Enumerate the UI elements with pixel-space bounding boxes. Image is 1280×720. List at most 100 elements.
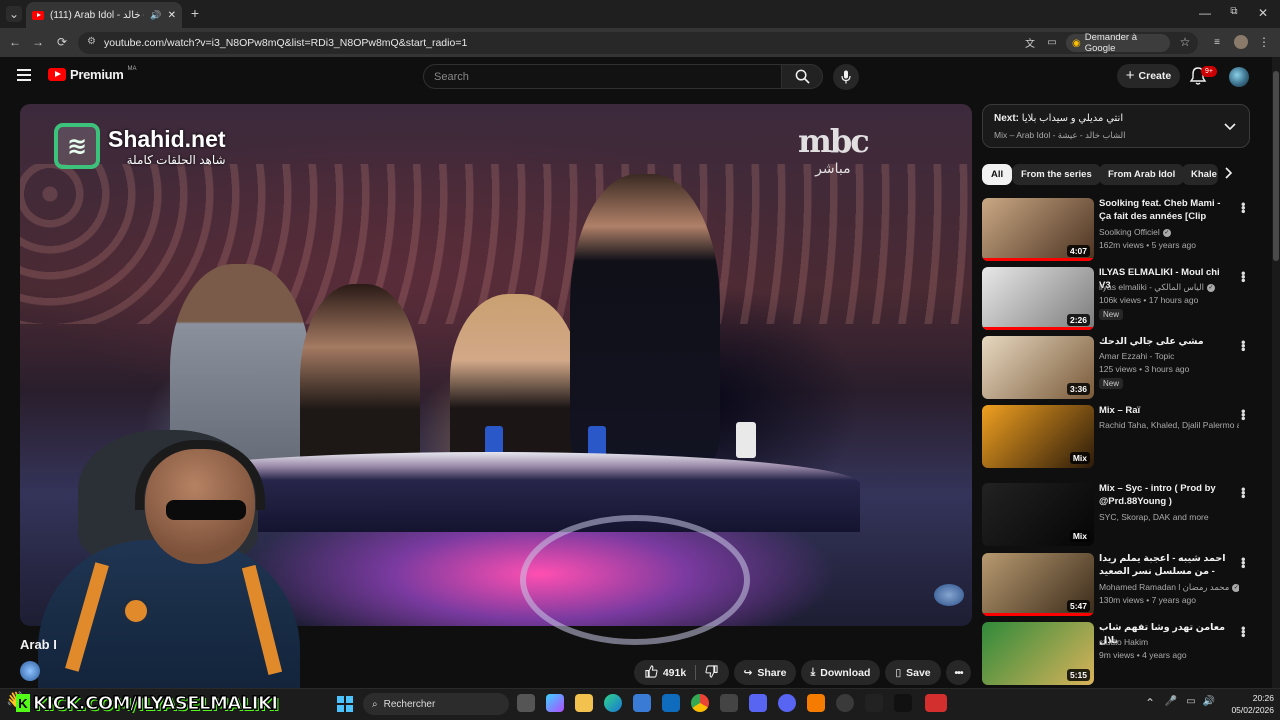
minimize-button[interactable]: —: [1198, 6, 1212, 20]
speaker-icon[interactable]: 🔊: [150, 10, 161, 21]
save-button[interactable]: ▯ Save: [885, 660, 941, 685]
like-count[interactable]: 491k: [663, 667, 686, 679]
recommendation-channel[interactable]: Soolking Officiel ✓: [1099, 227, 1239, 237]
microphone-tray-icon[interactable]: 🎤: [1165, 696, 1177, 707]
thumbs-down-icon[interactable]: [705, 664, 718, 681]
file-explorer-icon[interactable]: [575, 694, 593, 712]
tray-chevron-up-icon[interactable]: ⌃: [1144, 696, 1156, 710]
game-controller-icon[interactable]: [749, 694, 767, 712]
video-thumbnail[interactable]: Mix: [982, 405, 1094, 468]
capcut-icon[interactable]: [865, 694, 883, 712]
vlc-icon[interactable]: [807, 694, 825, 712]
more-vertical-icon[interactable]: •••: [1236, 340, 1251, 351]
news-app-icon[interactable]: [925, 694, 947, 712]
channel-avatar[interactable]: [20, 661, 40, 681]
recommendation-item[interactable]: 5:47 احمد شيبه - اعجبة يملم ريدا - من مس…: [982, 553, 1251, 618]
share-button[interactable]: ↪ Share: [734, 660, 796, 685]
recommendation-title[interactable]: مشي على جالي الدحك: [1099, 336, 1231, 349]
recommendation-item[interactable]: 2:26 ILYAS ELMALIKI - Moul chi V3 ilyas …: [982, 267, 1251, 332]
download-button[interactable]: ⤓ Download: [801, 660, 880, 685]
save-label: Save: [906, 666, 931, 679]
tab-close-icon[interactable]: ✕: [168, 10, 176, 21]
discord-icon[interactable]: [778, 694, 796, 712]
thumbs-up-icon[interactable]: [645, 664, 658, 681]
video-thumbnail[interactable]: 3:36: [982, 336, 1094, 399]
profile-avatar[interactable]: [1234, 35, 1248, 49]
ask-google-button[interactable]: ◉ Demander à Google: [1066, 32, 1170, 54]
task-view-icon[interactable]: [517, 694, 535, 712]
more-vertical-icon[interactable]: •••: [1236, 487, 1251, 498]
more-vertical-icon[interactable]: •••: [1236, 271, 1251, 282]
recommendation-channel[interactable]: SYC, Skorap, DAK and more: [1099, 512, 1239, 522]
more-vertical-icon[interactable]: •••: [1236, 202, 1251, 213]
chip-khaled[interactable]: Khale: [1182, 164, 1218, 185]
up-next-card[interactable]: Next: انتي مديلي و سيداب بلايا Mix – Ara…: [982, 104, 1250, 148]
site-info-icon[interactable]: ⚙: [87, 36, 96, 47]
chevron-right-icon[interactable]: [1225, 166, 1233, 184]
outlook-icon[interactable]: [662, 694, 680, 712]
edge-icon[interactable]: [604, 694, 622, 712]
chrome-icon[interactable]: [691, 694, 709, 712]
recommendation-item[interactable]: 5:15 معامن تهدر وشا تفهم شاب بلال studio…: [982, 622, 1251, 687]
recommendation-item[interactable]: Mix Mix – Syc - intro ( Prod by @Prd.88Y…: [982, 483, 1251, 548]
video-thumbnail[interactable]: 4:07: [982, 198, 1094, 261]
recommendation-title[interactable]: Mix – Syc - intro ( Prod by @Prd.88Young…: [1099, 483, 1231, 508]
recommendation-item[interactable]: Mix Mix – Raï Rachid Taha, Khaled, Djali…: [982, 405, 1251, 470]
scrollbar-thumb[interactable]: [1273, 71, 1279, 261]
app-icon[interactable]: [894, 694, 912, 712]
youtube-logo[interactable]: Premium MA: [48, 66, 137, 82]
reload-icon[interactable]: ⟳: [55, 34, 69, 50]
forward-arrow-icon[interactable]: →: [31, 34, 45, 50]
back-arrow-icon[interactable]: ←: [8, 34, 22, 50]
chrome-menu-icon[interactable]: ⋮: [1258, 35, 1270, 49]
reading-list-icon[interactable]: ≡: [1210, 35, 1224, 49]
bookmark-star-icon[interactable]: ☆: [1178, 35, 1192, 49]
network-icon[interactable]: ▭: [1185, 696, 1197, 707]
tab-search-chevron-icon[interactable]: ⌄: [6, 6, 22, 22]
taskbar-search[interactable]: ⌕ Rechercher: [363, 693, 509, 715]
recommendation-title[interactable]: Soolking feat. Cheb Mami - Ça fait des a…: [1099, 198, 1231, 223]
more-vertical-icon[interactable]: •••: [1236, 409, 1251, 420]
recommendation-title[interactable]: احمد شيبه - اعجبة يملم ريدا - من مسلسل ن…: [1099, 553, 1231, 578]
recommendation-channel[interactable]: Amar Ezzahi - Topic: [1099, 351, 1239, 361]
more-vertical-icon[interactable]: •••: [1236, 626, 1251, 637]
store-icon[interactable]: [633, 694, 651, 712]
search-button[interactable]: [781, 64, 823, 89]
search-input[interactable]: Search: [423, 64, 782, 89]
browser-tab-active[interactable]: (111) Arab Idol - عيشة - خالد 🔊 ✕: [26, 2, 182, 28]
recommendation-channel[interactable]: Mohamed Ramadan l محمد رمضان ✓: [1099, 582, 1239, 593]
recommendation-item[interactable]: 4:07 Soolking feat. Cheb Mami - Ça fait …: [982, 198, 1251, 263]
windows-start-icon[interactable]: [337, 696, 353, 712]
voice-search-button[interactable]: [833, 64, 859, 90]
video-thumbnail[interactable]: 2:26: [982, 267, 1094, 330]
chevron-down-icon[interactable]: [1224, 118, 1236, 136]
chip-all[interactable]: All: [982, 164, 1013, 185]
restore-button[interactable]: ⧉: [1227, 6, 1241, 17]
cast-icon[interactable]: ▭: [1045, 35, 1059, 49]
recommendation-item[interactable]: 3:36 مشي على جالي الدحك Amar Ezzahi - To…: [982, 336, 1251, 401]
recommendation-channel[interactable]: studio Hakim: [1099, 637, 1239, 647]
video-thumbnail[interactable]: Mix: [982, 483, 1094, 546]
system-clock[interactable]: 20:26 05/02/2026: [1222, 692, 1274, 716]
volume-icon[interactable]: 🔊: [1203, 696, 1215, 707]
video-thumbnail[interactable]: 5:15: [982, 622, 1094, 685]
recommendation-channel[interactable]: Rachid Taha, Khaled, Djalil Palermo and …: [1099, 420, 1239, 430]
duration-badge: 5:15: [1066, 669, 1090, 681]
more-actions-button[interactable]: •••: [946, 660, 971, 685]
video-thumbnail[interactable]: 5:47: [982, 553, 1094, 616]
account-avatar[interactable]: [1229, 67, 1249, 87]
hamburger-menu-icon[interactable]: [17, 69, 31, 81]
obs-icon[interactable]: [836, 694, 854, 712]
chip-from-series[interactable]: From the series: [1012, 164, 1101, 185]
new-tab-button[interactable]: +: [188, 5, 202, 21]
create-button[interactable]: + Create: [1117, 64, 1180, 88]
recommendation-title[interactable]: Mix – Raï: [1099, 405, 1231, 418]
close-window-button[interactable]: ✕: [1256, 6, 1270, 20]
screenshot-tool-icon[interactable]: [720, 694, 738, 712]
more-vertical-icon[interactable]: •••: [1236, 557, 1251, 568]
translate-icon[interactable]: 文: [1023, 35, 1037, 50]
recommendation-channel[interactable]: ilyas elmaliki - الياس المالكي ✓: [1099, 282, 1239, 293]
kick-logo-icon: K: [16, 694, 30, 712]
chip-from-arab-idol[interactable]: From Arab Idol: [1099, 164, 1185, 185]
copilot-icon[interactable]: [546, 694, 564, 712]
